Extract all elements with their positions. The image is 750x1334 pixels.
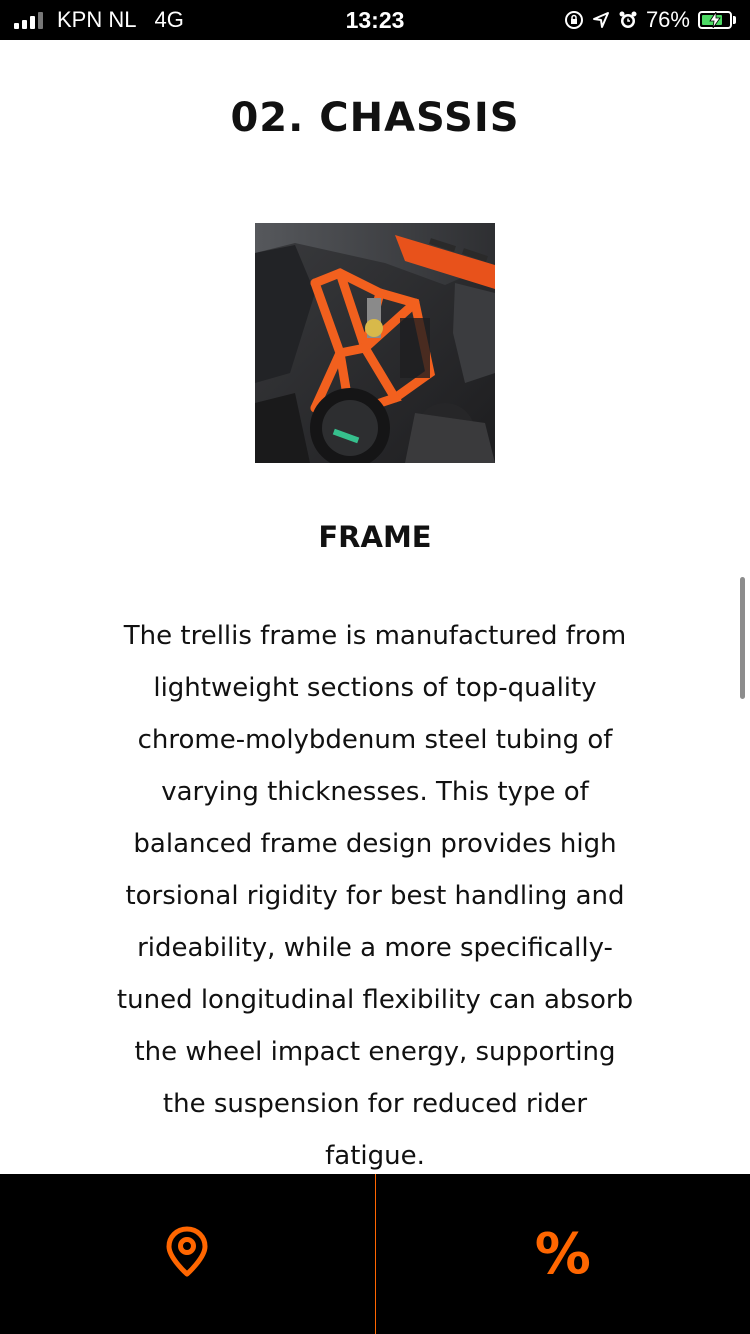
feature-heading: FRAME: [318, 520, 432, 554]
battery-percent: 76%: [645, 7, 690, 32]
location-icon: [592, 11, 610, 29]
bottom-action-bar: %: [0, 1174, 750, 1334]
network-label: 4G: [154, 7, 184, 32]
main-content: 02. CHASSIS FRAME The trellis frame is m…: [0, 40, 750, 1174]
status-left: KPN NL 4G: [14, 7, 264, 33]
motorcycle-frame-photo: [255, 223, 495, 463]
status-bar: KPN NL 4G 13:23 76%: [0, 0, 750, 40]
section-title: 02. CHASSIS: [230, 95, 520, 141]
rotation-lock-icon: [564, 10, 584, 30]
dealer-locator-button[interactable]: [0, 1174, 375, 1334]
status-time: 13:23: [345, 6, 405, 33]
battery-icon: [697, 11, 736, 29]
scrollbar[interactable]: [740, 577, 745, 699]
signal-icon: [14, 11, 43, 29]
location-pin-icon: [165, 1226, 209, 1282]
carrier-label: KPN NL: [57, 7, 137, 32]
percent-icon: %: [534, 1221, 591, 1287]
feature-description: The trellis frame is manufactured from l…: [116, 621, 634, 1171]
status-right: 76%: [486, 7, 736, 33]
offers-button[interactable]: %: [376, 1174, 750, 1334]
alarm-icon: [618, 10, 638, 30]
